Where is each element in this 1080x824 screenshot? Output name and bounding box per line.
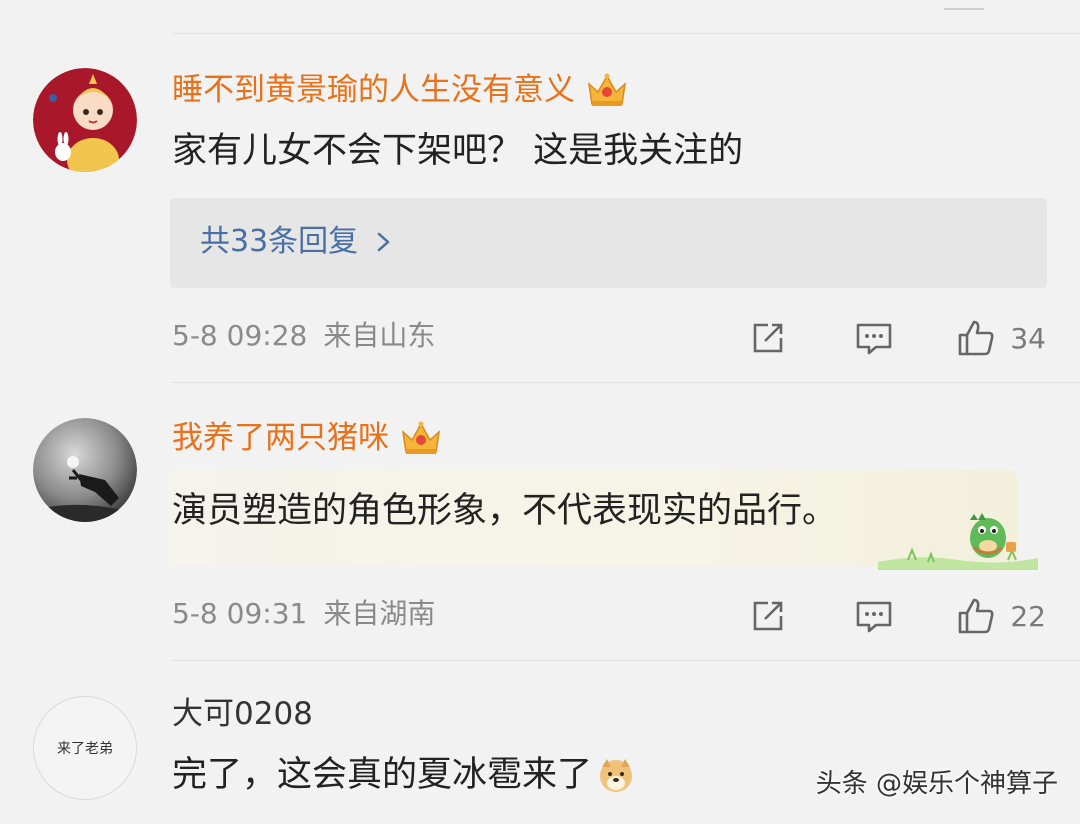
dinosaur-sticker-icon — [878, 513, 1038, 570]
crown-icon — [587, 73, 627, 106]
like-count: 22 — [1010, 599, 1046, 633]
like-count: 34 — [1010, 321, 1046, 355]
replies-count-label[interactable]: 共33条回复 — [200, 222, 358, 262]
avatar-text: 来了老弟 — [57, 741, 113, 757]
crown-icon — [401, 421, 441, 454]
share-icon[interactable] — [748, 318, 788, 358]
comment-actions: 34 — [748, 316, 1046, 360]
avatar[interactable]: 来了老弟 — [33, 696, 137, 800]
username-text[interactable]: 大可0208 — [172, 694, 313, 734]
comment-text: 演员塑造的角色形象，不代表现实的品行。 — [172, 491, 838, 531]
username[interactable]: 大可0208 — [172, 694, 313, 734]
share-icon[interactable] — [748, 596, 788, 636]
doge-emoji-icon — [600, 759, 633, 792]
comment-divider — [172, 382, 1080, 383]
top-divider-stub — [944, 0, 984, 10]
username-text[interactable]: 睡不到黄景瑜的人生没有意义 — [172, 70, 575, 110]
top-divider — [172, 33, 1080, 34]
comment-divider — [172, 660, 1080, 661]
comment-date: 5-8 09:31 — [172, 597, 308, 630]
avatar[interactable] — [33, 68, 137, 172]
comment-text-body: 完了，这会真的夏冰雹来了 — [172, 755, 593, 795]
like-icon[interactable] — [956, 596, 996, 636]
replies-box[interactable]: 共33条回复 — [170, 198, 1047, 288]
replies-link[interactable]: 共33条回复 — [200, 222, 392, 262]
reply-icon[interactable] — [854, 596, 894, 636]
like-icon[interactable] — [956, 318, 996, 358]
username[interactable]: 我养了两只猪咪 — [172, 418, 443, 458]
comment-location: 来自山东 — [323, 319, 436, 352]
comment-meta: 5-8 09:31 来自湖南 — [172, 596, 435, 632]
comment-date: 5-8 09:28 — [172, 319, 308, 352]
avatar[interactable] — [33, 418, 137, 522]
comment-actions: 22 — [748, 594, 1046, 638]
comment-text: 家有儿女不会下架吧？ 这是我关注的 — [172, 131, 744, 171]
watermark: 头条 @娱乐个神算子 — [815, 769, 1058, 799]
comment-meta: 5-8 09:28 来自山东 — [172, 318, 435, 354]
comment-location: 来自湖南 — [323, 597, 436, 630]
comment-text: 完了，这会真的夏冰雹来了 — [172, 752, 634, 798]
reply-icon[interactable] — [854, 318, 894, 358]
username[interactable]: 睡不到黄景瑜的人生没有意义 — [172, 70, 629, 110]
username-text[interactable]: 我养了两只猪咪 — [172, 418, 389, 458]
chevron-right-icon — [377, 232, 390, 252]
